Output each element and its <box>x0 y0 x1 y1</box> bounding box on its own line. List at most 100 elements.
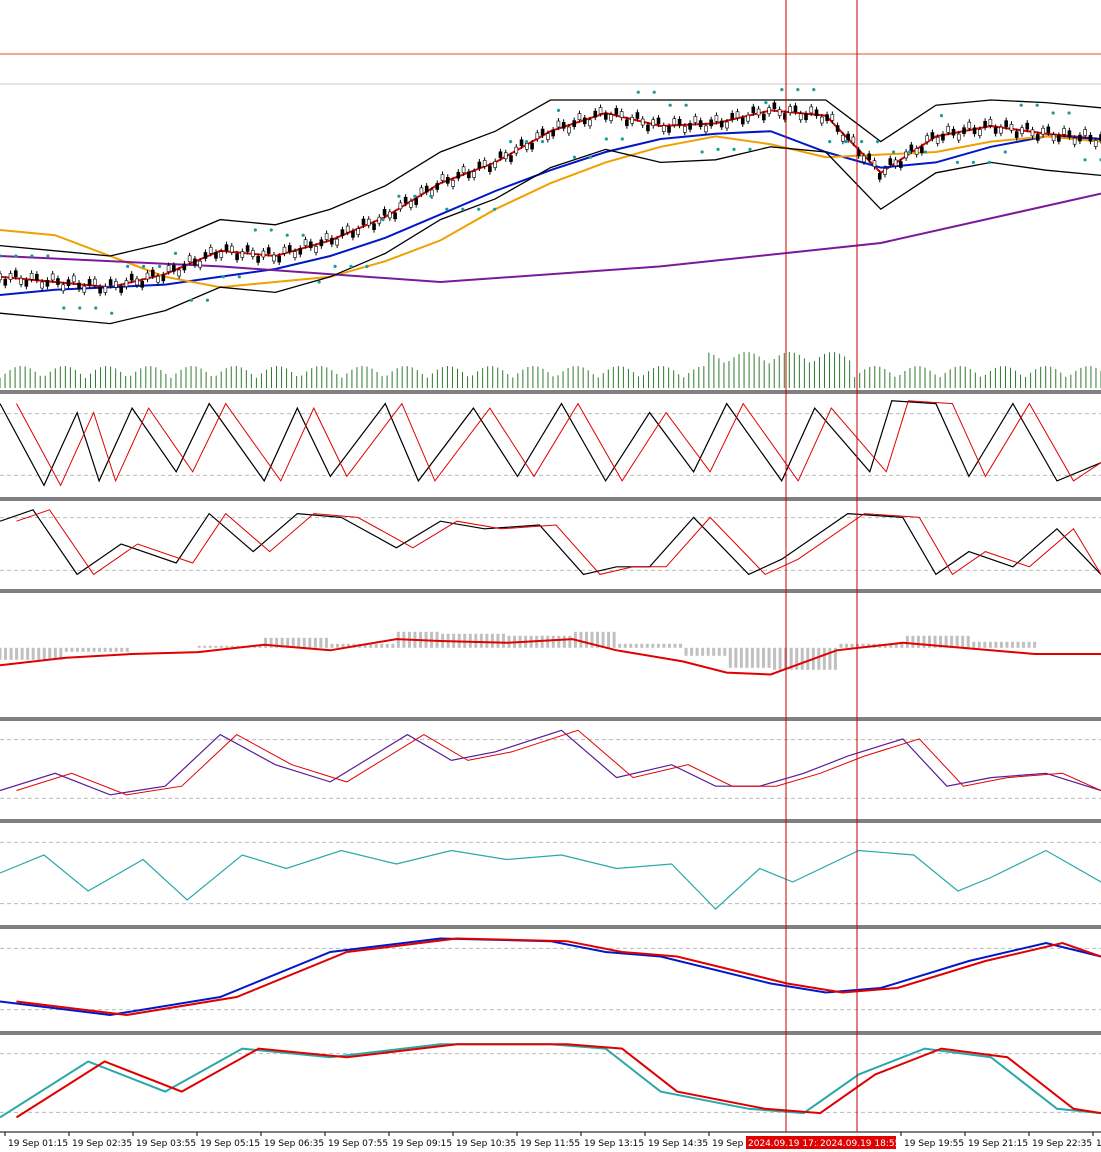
candle-body <box>498 151 503 159</box>
sar-dot <box>1019 103 1023 107</box>
candle-body <box>140 281 145 288</box>
sar-dot <box>620 137 624 141</box>
sar-dot <box>939 114 944 118</box>
candle-body <box>814 109 819 117</box>
time-label: 19 Sep 03:55 <box>136 1139 196 1149</box>
candle-body <box>593 110 598 118</box>
candle-body <box>804 113 808 121</box>
candle-body <box>35 273 39 281</box>
time-label: 19 Sep 14:35 <box>648 1139 708 1149</box>
trading-chart[interactable]: 19 Sep 01:15 19 Sep 02:35 19 Sep 03:55 19 S… <box>0 0 1101 1152</box>
sar-dot <box>46 254 50 258</box>
candle-body <box>904 151 908 159</box>
sar-dot <box>333 264 337 268</box>
candle-body <box>98 286 102 294</box>
sar-dot <box>381 218 385 222</box>
sar-dot <box>461 207 465 211</box>
sar-dot <box>780 88 784 92</box>
candle-body <box>646 124 650 132</box>
candle-body <box>424 185 429 193</box>
candle-body <box>198 260 202 268</box>
candle-body <box>203 252 208 259</box>
candle-body <box>609 114 613 121</box>
candle-body <box>667 126 671 133</box>
candle-body <box>145 272 150 280</box>
candle-body <box>635 112 640 119</box>
candle-body <box>1025 122 1030 130</box>
sar-dot <box>110 311 114 315</box>
candle-body <box>914 148 919 155</box>
sar-dot <box>317 280 321 284</box>
candle-body <box>1020 127 1024 135</box>
candle-body <box>172 265 176 272</box>
sar-dot <box>971 160 975 164</box>
sar-dot <box>429 194 433 198</box>
candle-body <box>625 119 629 127</box>
candle-body <box>219 251 224 258</box>
candle-body <box>983 120 987 128</box>
sar-dot <box>652 90 656 94</box>
candle-body <box>688 123 692 130</box>
sar-dot <box>588 155 592 159</box>
sar-dot <box>14 254 18 258</box>
candle-body <box>730 113 735 120</box>
candle-body <box>661 125 666 132</box>
time-label: 19 Sep 07:55 <box>328 1139 388 1149</box>
candle-body <box>256 256 260 263</box>
candle-body <box>19 277 23 285</box>
candle-body <box>3 278 8 286</box>
time-label: 19 Sep <box>712 1139 744 1149</box>
candle-body <box>819 116 824 124</box>
candle-body <box>899 161 903 168</box>
sar-dot <box>1003 150 1007 154</box>
candle-body <box>177 269 181 277</box>
candle-body <box>746 114 750 122</box>
candle-body <box>751 106 756 114</box>
candle-body <box>978 129 982 136</box>
sar-dot <box>1035 103 1039 107</box>
candle-body <box>156 275 160 283</box>
candle-body <box>50 273 55 281</box>
candle-body <box>488 165 492 173</box>
candle-body <box>651 119 656 127</box>
candle-body <box>356 228 361 235</box>
candle-body <box>398 202 403 210</box>
candle-body <box>772 102 777 110</box>
candle-body <box>1041 127 1045 135</box>
sar-dot <box>349 264 353 268</box>
candle-body <box>461 166 466 174</box>
candle-body <box>482 160 487 167</box>
candle-body <box>403 196 408 204</box>
candle-body <box>588 119 592 127</box>
candle-body <box>103 286 108 293</box>
candle-body <box>556 120 561 128</box>
candle-body <box>956 133 961 141</box>
candle-body <box>1062 128 1066 135</box>
candle-body <box>119 286 123 293</box>
candle-body <box>698 120 703 127</box>
candle-body <box>245 245 250 252</box>
candle-body <box>503 152 508 160</box>
sar-dot <box>907 150 912 154</box>
candle-body <box>266 247 271 254</box>
candle-body <box>335 238 339 246</box>
candle-body <box>29 272 34 280</box>
candle-body <box>1072 137 1077 145</box>
candle-body <box>272 254 276 262</box>
candle-body <box>735 111 740 119</box>
candle-body <box>972 127 977 135</box>
sar-dot <box>524 140 529 144</box>
sar-dot <box>700 150 704 154</box>
sar-dot <box>732 147 736 151</box>
time-label: 19 Sep 01:15 <box>8 1139 68 1149</box>
candle-body <box>798 113 803 121</box>
sar-dot <box>269 228 273 232</box>
candle-body <box>925 135 929 143</box>
candle-body <box>540 128 545 136</box>
candle-body <box>1046 126 1051 134</box>
sar-dot <box>955 160 959 164</box>
sar-dot <box>556 108 561 112</box>
time-label: 19 Sep 13:15 <box>584 1139 644 1149</box>
candle-body <box>1035 134 1040 141</box>
candle-body <box>935 136 940 144</box>
